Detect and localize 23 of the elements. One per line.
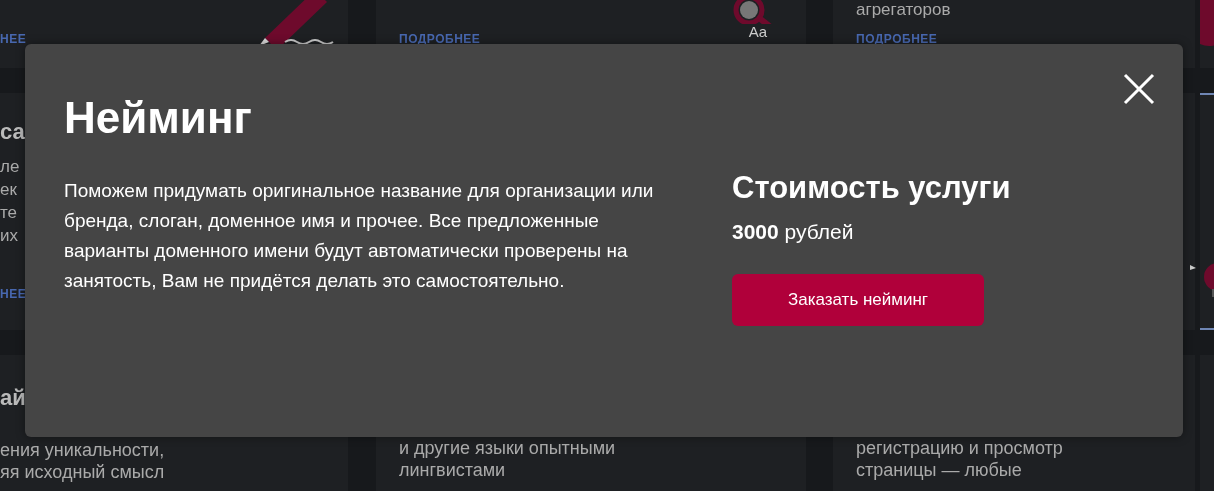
card-text: лингвистами [399,459,506,481]
card-text: ле [0,156,20,178]
card-text: регистрацию и просмотр [856,437,1063,459]
more-link[interactable]: ПОДРОБНЕЕ [399,32,481,46]
description-text: Поможем придумать оригинальное название для организации или бренда, слоган, доменное имя и прочее. Все предложенные варианты доменного имени будут автоматически проверены на занятость, Вам не придётся делать это самостоятельно. [64,179,655,293]
card-text: ения уникальности, [0,439,165,461]
price-title: Стоимость услуги [732,169,1011,207]
card-text: те [0,202,18,224]
card-title: са [0,119,25,145]
card-text: ек [0,179,17,201]
more-link[interactable]: ПОДРОБНЕЕ [856,32,938,46]
more-link[interactable]: НЕЕ [0,287,27,301]
close-icon[interactable] [1123,73,1155,105]
card-text: их [0,225,18,247]
card-text: и другие языки опытными [399,437,616,459]
order-button[interactable]: Заказать нейминг [732,274,984,326]
card-title: ай [0,385,26,411]
card-text: страницы — любые [856,459,1022,481]
dialog-title: Нейминг [64,92,253,144]
card-text: яя исходный смысл [0,461,165,483]
price-text: 3000 рублей [732,220,854,244]
card-text: агрегаторов [856,0,951,20]
more-link[interactable]: НЕЕ [0,32,27,46]
